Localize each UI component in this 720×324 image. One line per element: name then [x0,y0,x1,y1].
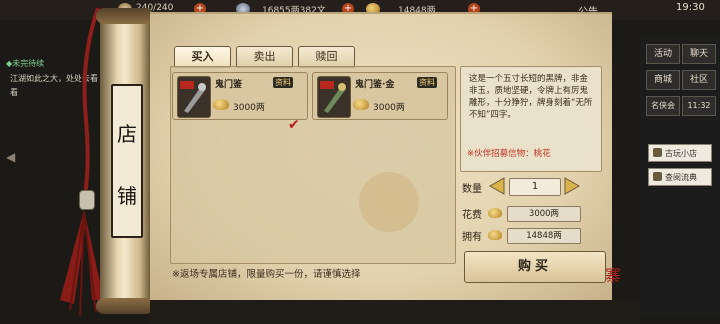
club-timer: 11:32 [682,96,716,116]
antique-shop-icon [653,148,662,157]
item-name: 鬼门鉴 [215,80,243,90]
recruit-note: ※伙伴招募信物：桃花 [467,149,551,159]
item-info-badge[interactable]: 资料 [273,77,293,88]
collapse-arrow-icon[interactable]: ◀ [6,150,15,164]
selected-check-icon: ✔ [288,117,300,133]
seal-logo: 寨 [605,266,622,285]
item-price: 3000两 [373,103,405,113]
antique-shop-button[interactable]: 古玩小店 [648,144,712,162]
mall-button[interactable]: 商城 [646,70,680,90]
own-gold-icon [488,230,502,240]
classics-button[interactable]: 查阅流典 [648,168,712,186]
shop-title-char-2: 铺 [117,184,137,208]
ghost-token-gold-icon [317,76,351,118]
quantity-input[interactable]: 1 [509,178,561,196]
cost-label: 花费 [462,210,482,221]
shop-title-char-1: 店 [117,122,137,146]
cost-gold-icon [488,208,502,218]
bottom-toolbar [150,300,640,324]
list-item[interactable]: 鬼门鉴·金 资料 3000两 [312,72,448,120]
tab-sell[interactable]: 卖出 [236,46,293,68]
scroll-cap-top [96,8,154,24]
ghost-token-icon [177,76,211,118]
list-item[interactable]: 鬼门鉴 资料 3000两 [172,72,308,120]
scroll-cap-bottom [96,298,154,314]
side-menu: 活动 聊天 商城 社区 名侠会 11:32 古玩小店 查阅流典 [640,36,720,316]
tassel-bead [79,190,95,210]
tab-buy[interactable]: 买入 [174,46,231,68]
gold-ingot-icon [353,99,369,110]
own-value: 14848两 [507,228,581,244]
buy-button[interactable]: 购买 [464,251,606,283]
item-description-box: 这是一个五寸长短的黑牌，非金非玉，质地坚硬，令牌上有厉鬼雕形，十分狰狞，牌身刻着… [460,66,602,172]
item-description: 这是一个五寸长短的黑牌，非金非玉，质地坚硬，令牌上有厉鬼雕形，十分狰狞，牌身刻着… [469,74,593,120]
activity-button[interactable]: 活动 [646,44,680,64]
quest-title: ◆未完待续 [6,59,45,68]
own-label: 拥有 [462,232,482,243]
classics-icon [653,172,662,181]
community-button[interactable]: 社区 [682,70,716,90]
hero-club-button[interactable]: 名侠会 [646,96,680,116]
tab-redeem[interactable]: 赎回 [298,46,355,68]
quantity-label: 数量 [462,184,482,195]
chat-button[interactable]: 聊天 [682,44,716,64]
antique-shop-label: 古玩小店 [665,149,697,158]
item-price: 3000两 [233,103,265,113]
cost-value: 3000两 [507,206,581,222]
clock-time: 19:30 [676,2,705,13]
item-name: 鬼门鉴·金 [355,80,395,90]
gold-ingot-icon [213,99,229,110]
coin-watermark-icon [359,172,419,232]
increase-arrow-icon[interactable] [563,176,583,196]
item-info-badge[interactable]: 资料 [417,77,437,88]
decrease-arrow-icon[interactable] [486,176,506,196]
shop-footer-note: ※返场专属店铺，限量购买一份，请谨慎选择 [172,269,361,280]
classics-label: 查阅流典 [665,173,697,182]
shop-title-tag: 店 铺 [111,84,143,238]
